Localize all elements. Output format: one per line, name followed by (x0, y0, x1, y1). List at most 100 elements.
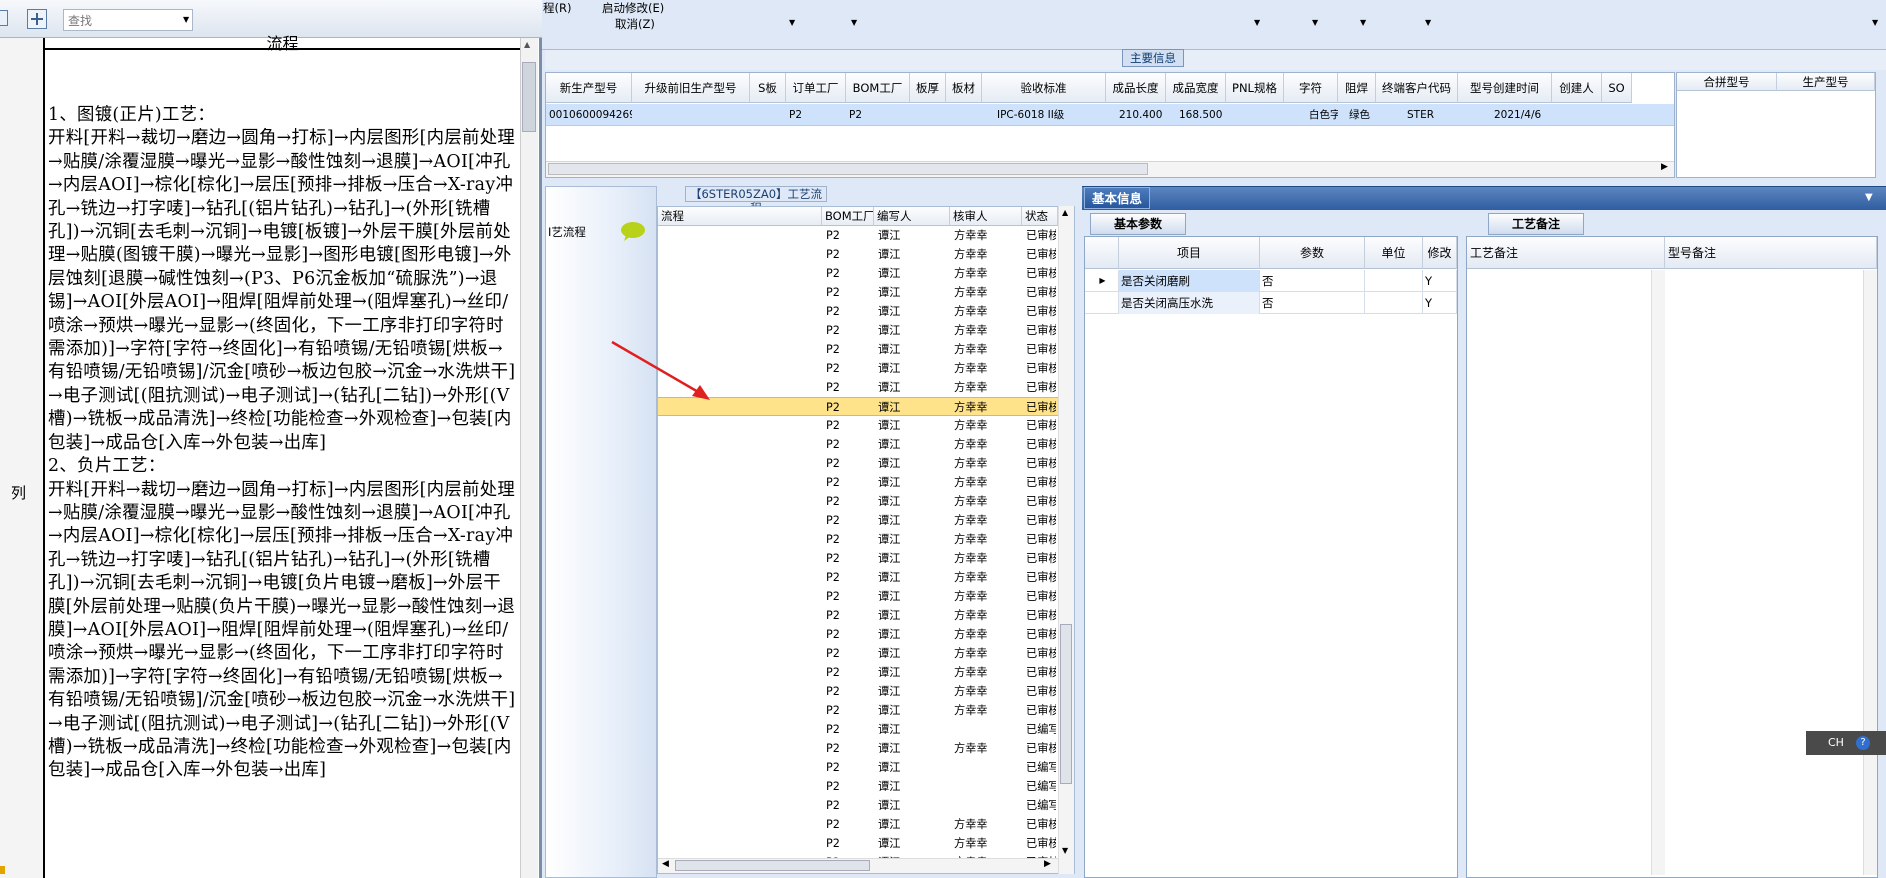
tree-row[interactable]: −外层蚀刻1P2谭江方幸幸已审核 (658, 302, 1058, 321)
scroll-right-icon[interactable]: ▶ (1661, 162, 1668, 172)
tree-row[interactable]: −终检P2谭江方幸幸已审核 (658, 834, 1058, 853)
dropdown-icon[interactable]: ▼ (1872, 18, 1878, 27)
tree-header[interactable]: 核审人 (950, 207, 1022, 226)
grid-header[interactable]: 阻焊 (1338, 73, 1376, 103)
grid-header[interactable]: 成品长度 (1106, 73, 1166, 103)
dropdown-icon[interactable]: ▼ (851, 18, 857, 27)
grid-header[interactable]: S板 (750, 73, 786, 103)
tree-row[interactable]: 水洗烘干P2谭江方幸幸已审核 (658, 701, 1058, 720)
tab-basic-params[interactable]: 基本参数 (1090, 213, 1186, 235)
dropdown-icon[interactable]: ▼ (1425, 18, 1431, 27)
grid-header[interactable]: 成品宽度 (1166, 73, 1226, 103)
grid-header[interactable]: SO (1602, 73, 1632, 103)
params-header[interactable]: 参数 (1260, 237, 1365, 269)
param-value[interactable]: 否 (1260, 292, 1365, 314)
tree-row[interactable]: 铣板1P2谭江已编写 (658, 796, 1058, 815)
tree-row[interactable]: 曝光1P2谭江方幸幸已审核 (658, 226, 1058, 245)
tree-row[interactable]: 沉金P2谭江方幸幸已审核 (658, 682, 1058, 701)
scroll-right-icon[interactable]: ▶ (1044, 859, 1051, 869)
tree-row[interactable]: −阻焊P2谭江方幸幸已审核 (658, 454, 1058, 473)
table-row[interactable]: ▶ 是否关闭磨刷 否 Y (1085, 270, 1457, 292)
grid-header[interactable]: 终端客户代码 (1376, 73, 1458, 103)
scroll-down-icon[interactable]: ▼ (1062, 846, 1068, 855)
tree-row[interactable]: 显影P2谭江方幸幸已审核 (658, 549, 1058, 568)
dropdown-icon[interactable]: ▼ (1254, 18, 1260, 27)
tree-header[interactable]: 状态 (1022, 207, 1058, 226)
tree-row[interactable]: 预烘P2谭江方幸幸已审核 (658, 511, 1058, 530)
scroll-up-icon[interactable]: ▲ (524, 40, 530, 49)
params-header[interactable]: 单位 (1365, 237, 1423, 269)
grid-header[interactable]: 生产型号 (1777, 73, 1875, 91)
menu-start-modify[interactable]: 启动修改(E) (602, 0, 664, 16)
fit-page-icon[interactable] (27, 9, 47, 29)
table-row[interactable]: 是否关闭高压水洗 否 Y (1085, 292, 1457, 314)
tree-row[interactable]: 外层AOI1P2谭江方幸幸已审核 (658, 435, 1058, 454)
grid-header[interactable]: 板厚 (910, 73, 946, 103)
ime-toolbar[interactable]: CH ? (1806, 731, 1886, 755)
grid-header[interactable]: PNL规格 (1226, 73, 1284, 103)
scroll-left-icon[interactable]: ◀ (662, 859, 669, 869)
tree-row[interactable]: −外形1P2谭江已编写 (658, 777, 1058, 796)
tree-row[interactable]: 电子测试P2谭江已编写 (658, 758, 1058, 777)
dropdown-icon[interactable]: ▼ (1312, 18, 1318, 27)
tree-hscroll-thumb[interactable] (675, 860, 870, 871)
process-nav-label[interactable]: I艺流程 (548, 224, 586, 240)
tree-row[interactable]: −沉金P2谭江方幸幸已审核 (658, 625, 1058, 644)
params-header[interactable]: 项目 (1119, 237, 1260, 269)
tree-row[interactable]: 成品清洗1P2谭江方幸幸已审核 (658, 815, 1058, 834)
dropdown-icon[interactable]: ▼ (789, 18, 795, 27)
table-row[interactable]: 0010600094269 P2 P2 IPC-6018 II级 210.400… (546, 104, 1674, 126)
grid-header[interactable]: 创建人 (1552, 73, 1602, 103)
notes-header[interactable]: 工艺备注 (1467, 237, 1665, 269)
tree-header[interactable]: 编写人 (874, 207, 950, 226)
document-scroll-thumb[interactable] (522, 62, 536, 132)
tree-row[interactable]: 阻抗测试P2谭江方幸幸已审核 (658, 739, 1058, 758)
tree-row[interactable]: 字符P2谭江方幸幸已审核 (658, 587, 1058, 606)
tree-row[interactable]: 图形电镀1P2谭江方幸幸已审核 (658, 283, 1058, 302)
grid-header[interactable]: 新生产型号 (546, 73, 632, 103)
vertical-splitter[interactable] (1459, 236, 1466, 878)
scroll-up-icon[interactable]: ▲ (1062, 208, 1068, 217)
notes-scrollbar[interactable] (1651, 270, 1665, 875)
tab-main-info[interactable]: 主要信息 (1122, 49, 1184, 67)
tree-row[interactable]: 丝印P2谭江方幸幸已审核 (658, 492, 1058, 511)
notes-header[interactable]: 型号备注 (1665, 237, 1877, 269)
grid-horizontal-scrollbar[interactable]: ▶ (546, 161, 1674, 177)
menu-cancel[interactable]: 取消(Z) (615, 16, 655, 32)
grid-header[interactable]: 字符 (1284, 73, 1338, 103)
search-input[interactable]: 查找 (63, 9, 193, 31)
grid-header[interactable]: 合拼型号 (1677, 73, 1777, 91)
notes-scrollbar[interactable] (1863, 270, 1877, 875)
save-icon[interactable] (0, 10, 8, 26)
tree-row[interactable]: −图形电镀1P2谭江方幸幸已审核 (658, 264, 1058, 283)
comment-icon[interactable] (620, 220, 646, 242)
grid-header[interactable]: 升级前旧生产型号 (632, 73, 750, 103)
grid-header[interactable]: 型号创建时间 (1458, 73, 1552, 103)
tree-row[interactable]: 终固化P2谭江方幸幸已审核 (658, 606, 1058, 625)
tree-header[interactable]: 流程 (658, 207, 822, 226)
document-scrollbar[interactable] (520, 38, 538, 878)
tree-header[interactable]: BOM工厂 (822, 207, 874, 226)
tree-row[interactable]: 显影1P2谭江方幸幸已审核 (658, 245, 1058, 264)
tree-row[interactable]: 板边包胶P2谭江方幸幸已审核 (658, 663, 1058, 682)
grid-scroll-thumb[interactable] (548, 163, 1148, 175)
tree-row[interactable]: 阻焊前处理P2谭江方幸幸已审核 (658, 473, 1058, 492)
menu-process[interactable]: 程(R) (543, 0, 571, 16)
tree-scroll-thumb[interactable] (1060, 624, 1072, 784)
dropdown-icon[interactable]: ▼ (1360, 18, 1366, 27)
tab-basic-info[interactable]: 基本信息 (1084, 187, 1150, 209)
grid-header[interactable]: 验收标准 (982, 73, 1106, 103)
param-value[interactable]: 否 (1260, 270, 1365, 292)
tree-row[interactable]: 曝光P2谭江方幸幸已审核 (658, 530, 1058, 549)
horizontal-splitter[interactable] (545, 178, 1886, 186)
panel-menu-icon[interactable]: ▼ (1865, 192, 1873, 203)
search-dropdown-icon[interactable]: ▼ (183, 15, 189, 24)
tree-row[interactable]: −字符P2谭江方幸幸已审核 (658, 568, 1058, 587)
params-header[interactable]: 修改 (1423, 237, 1457, 269)
tree-row[interactable]: 喷砂P2谭江方幸幸已审核 (658, 644, 1058, 663)
grid-header[interactable]: 板材 (946, 73, 982, 103)
tab-process-notes[interactable]: 工艺备注 (1488, 213, 1584, 235)
tree-row[interactable]: −电子测试P2谭江已编写 (658, 720, 1058, 739)
grid-header[interactable]: 订单工厂 (786, 73, 846, 103)
help-icon[interactable]: ? (1856, 736, 1870, 750)
